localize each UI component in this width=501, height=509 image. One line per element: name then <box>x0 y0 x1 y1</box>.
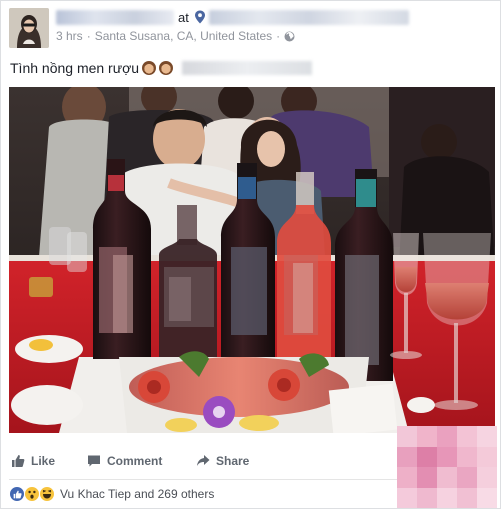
reactions-bar[interactable]: Vu Khac Tiep and 269 others <box>9 486 214 502</box>
globe-icon[interactable] <box>284 31 295 42</box>
comment-label: Comment <box>107 454 163 468</box>
timestamp[interactable]: 3 hrs <box>56 29 83 43</box>
person-emoji-icon <box>142 61 157 75</box>
post-message: Tình nồng men rượu <box>10 60 313 76</box>
post-message-text: Tình nồng men rượu <box>10 60 140 76</box>
share-label: Share <box>216 454 250 468</box>
like-label: Like <box>31 454 56 468</box>
person-emoji-icon <box>159 61 174 75</box>
wow-reaction-icon[interactable] <box>24 486 40 502</box>
like-button[interactable]: Like <box>11 454 55 468</box>
comment-button[interactable]: Comment <box>87 454 162 468</box>
pin-icon <box>194 10 206 24</box>
author-avatar[interactable] <box>9 8 49 48</box>
post-meta: 3 hrs · Santa Susana, CA, United States … <box>56 29 295 43</box>
meta-separator: · <box>276 29 281 43</box>
post-actions: Like Comment Share <box>1 447 397 475</box>
share-arrow-icon <box>197 455 210 466</box>
reaction-summary[interactable]: Vu Khac Tiep and 269 others <box>60 487 214 501</box>
location-text[interactable]: Santa Susana, CA, United States <box>95 29 272 43</box>
post-photo[interactable] <box>9 87 495 433</box>
author-name-redacted[interactable] <box>56 10 174 25</box>
like-reaction-icon[interactable] <box>9 486 25 502</box>
at-label: at <box>178 10 189 25</box>
comment-icon <box>88 455 100 467</box>
place-name-redacted[interactable] <box>209 10 409 25</box>
post-card: at 3 hrs · Santa Susana, CA, United Stat… <box>0 0 501 509</box>
haha-reaction-icon[interactable] <box>39 486 55 502</box>
share-button[interactable]: Share <box>196 454 249 468</box>
pixelated-overlay <box>397 426 497 508</box>
divider <box>9 479 397 480</box>
thumbs-up-icon <box>12 455 25 467</box>
meta-separator: · <box>86 29 91 43</box>
tagged-names-redacted <box>182 61 313 75</box>
